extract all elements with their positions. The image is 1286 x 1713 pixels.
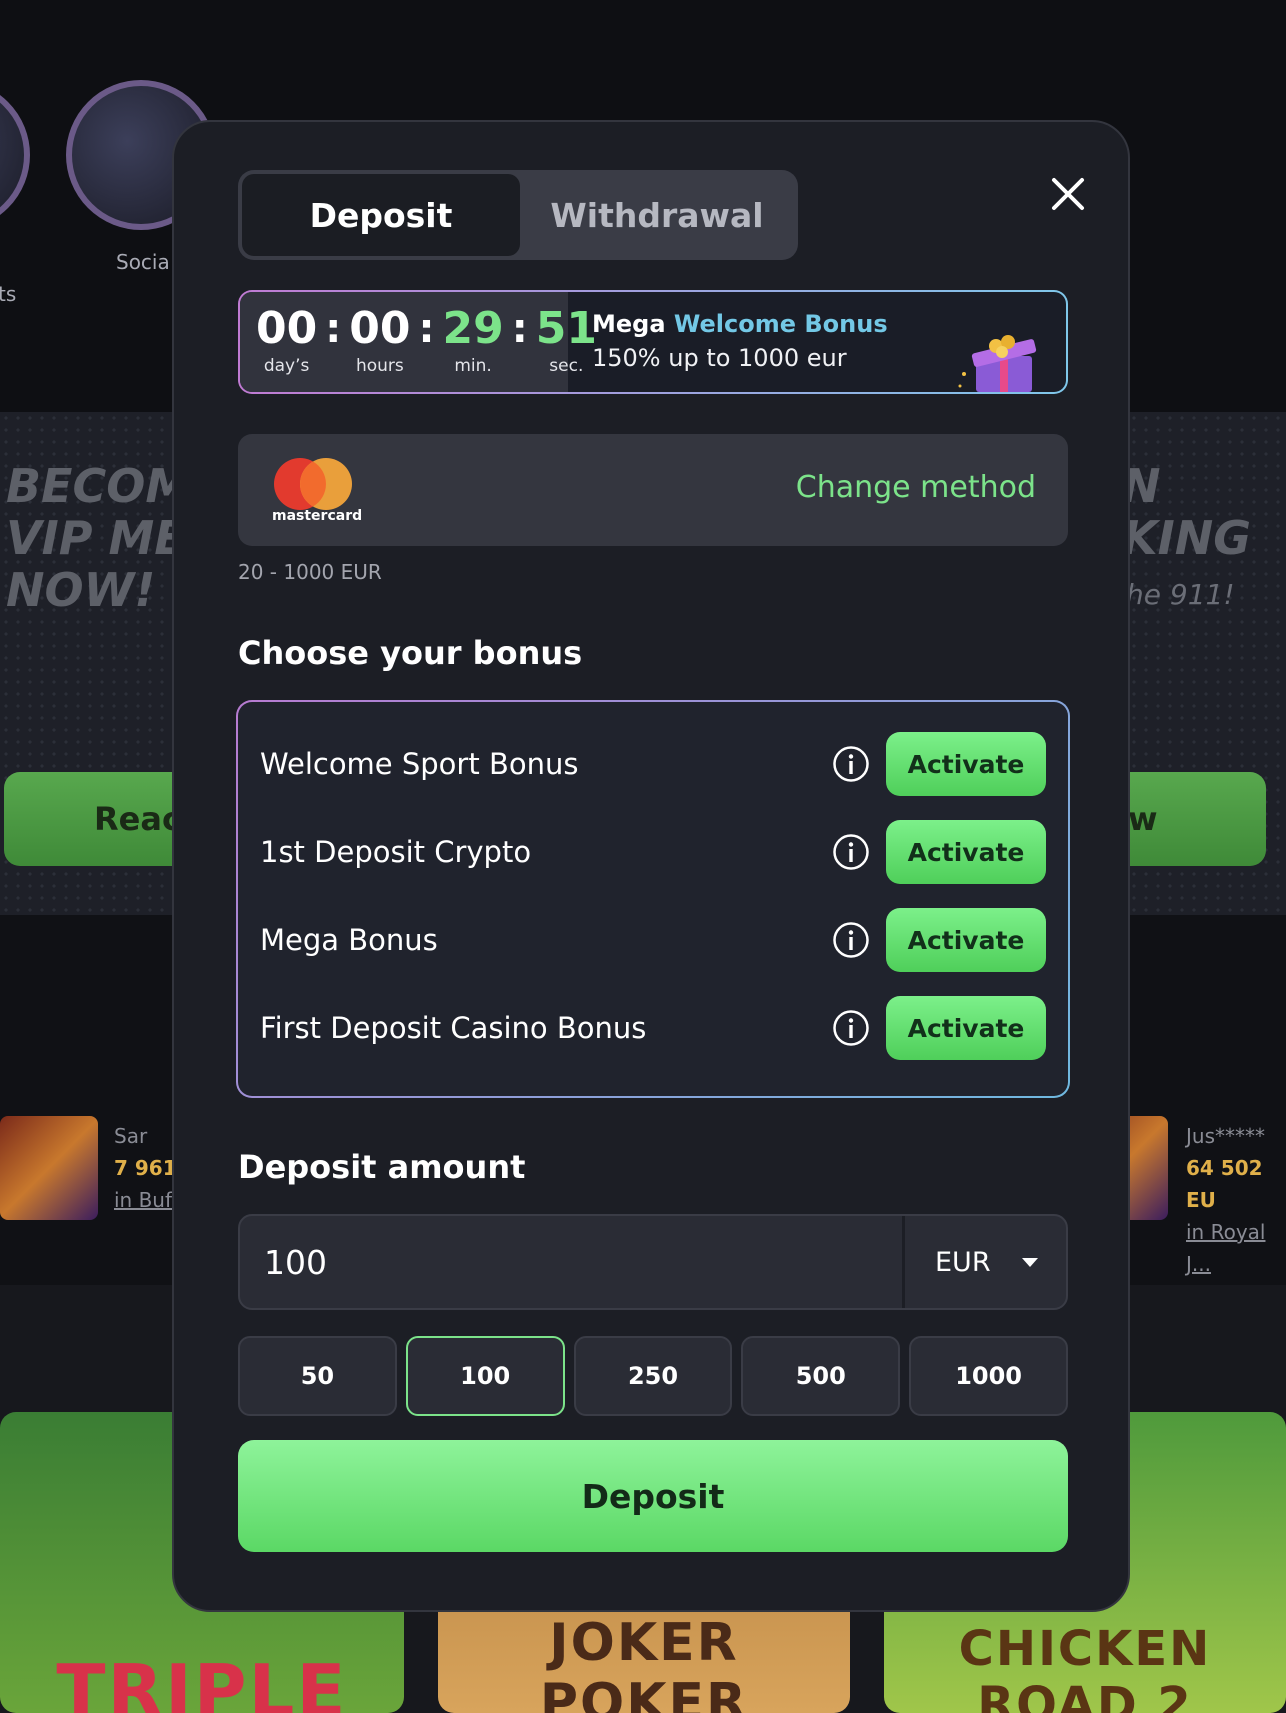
- winner-game-link[interactable]: in Royal J...: [1186, 1216, 1286, 1280]
- preset-amount-button[interactable]: 250: [573, 1336, 733, 1416]
- welcome-bonus-promo[interactable]: 00 day’s : 00 hours : 29 min. : 51 sec. …: [238, 290, 1068, 394]
- timer-minutes: 29 min.: [442, 303, 504, 377]
- promo-title: Mega Welcome Bonus: [592, 310, 888, 338]
- winner-game-thumbnail-left[interactable]: [0, 1116, 98, 1220]
- story-label-left: ts: [0, 282, 17, 306]
- deposit-limits: 20 - 1000 EUR: [238, 560, 382, 584]
- activate-bonus-button[interactable]: Activate: [886, 996, 1046, 1060]
- bonus-item: 1st Deposit Crypto Activate: [260, 820, 1046, 884]
- activate-bonus-button[interactable]: Activate: [886, 908, 1046, 972]
- timer-separator: :: [418, 306, 435, 352]
- tab-withdrawal[interactable]: Withdrawal: [520, 174, 794, 256]
- timer-separator: :: [325, 306, 342, 352]
- bonus-list: Welcome Sport Bonus Activate 1st Deposit…: [236, 700, 1070, 1098]
- timer-separator: :: [511, 306, 528, 352]
- bonus-name: First Deposit Casino Bonus: [260, 1011, 647, 1045]
- chevron-down-icon: [1022, 1257, 1038, 1267]
- bonus-name: Mega Bonus: [260, 923, 438, 957]
- gift-box-icon: [958, 335, 1037, 392]
- preset-amount-button[interactable]: 100: [405, 1336, 565, 1416]
- info-icon[interactable]: [832, 833, 870, 871]
- winner-name: Jus*****: [1186, 1124, 1265, 1148]
- amount-heading: Deposit amount: [238, 1148, 526, 1186]
- banner-heading-right: N KING: [1122, 459, 1252, 565]
- payment-tabs: Deposit Withdrawal: [238, 170, 798, 260]
- banner-subtitle-right: he 911!: [1126, 578, 1235, 611]
- amount-presets: 50 100 250 500 1000: [238, 1336, 1068, 1416]
- bonus-heading: Choose your bonus: [238, 634, 583, 672]
- currency-select[interactable]: EUR: [902, 1216, 1066, 1308]
- deposit-submit-button[interactable]: Deposit: [238, 1440, 1068, 1552]
- preset-amount-button[interactable]: 50: [238, 1336, 397, 1416]
- preset-amount-button[interactable]: 500: [741, 1336, 901, 1416]
- amount-input[interactable]: [240, 1216, 902, 1308]
- activate-bonus-button[interactable]: Activate: [886, 732, 1046, 796]
- close-icon: [1052, 178, 1084, 210]
- game-title: TRIPLE: [56, 1649, 348, 1713]
- bonus-item: Mega Bonus Activate: [260, 908, 1046, 972]
- activate-bonus-button[interactable]: Activate: [886, 820, 1046, 884]
- game-title: CHICKEN ROAD 2: [958, 1621, 1212, 1713]
- bonus-item: Welcome Sport Bonus Activate: [260, 732, 1046, 796]
- countdown-timer: 00 day’s : 00 hours : 29 min. : 51 sec.: [240, 292, 597, 392]
- currency-value: EUR: [935, 1246, 991, 1278]
- timer-days: 00 day’s: [256, 303, 318, 377]
- payments-modal: Deposit Withdrawal 00 day’s : 00 hours:…: [172, 120, 1130, 1612]
- info-icon[interactable]: [832, 745, 870, 783]
- info-icon[interactable]: [832, 921, 870, 959]
- bonus-name: Welcome Sport Bonus: [260, 747, 579, 781]
- timer-hours: 00 hours: [349, 303, 411, 377]
- bonus-name: 1st Deposit Crypto: [260, 835, 532, 869]
- promo-subtitle: 150% up to 1000 eur: [592, 344, 847, 372]
- game-title: JOKER POKER: [539, 1613, 749, 1713]
- preset-amount-button[interactable]: 1000: [909, 1336, 1068, 1416]
- payment-method-card[interactable]: mastercard Change method: [238, 434, 1068, 546]
- tab-deposit[interactable]: Deposit: [242, 174, 520, 256]
- bonus-item: First Deposit Casino Bonus Activate: [260, 996, 1046, 1060]
- winner-amount: 64 502 EU: [1186, 1156, 1263, 1212]
- info-icon[interactable]: [832, 1009, 870, 1047]
- winner-entry-right: Jus***** 64 502 EU in Royal J...: [1186, 1120, 1286, 1280]
- promo-text: Mega Welcome Bonus 150% up to 1000 eur: [568, 292, 888, 392]
- deposit-amount-field: EUR: [238, 1214, 1068, 1310]
- story-label-social: Socia: [116, 250, 170, 274]
- close-button[interactable]: [1046, 172, 1090, 216]
- change-method-link[interactable]: Change method: [796, 470, 1036, 505]
- payment-brand: mastercard: [272, 508, 363, 524]
- page: ts Socia BECOM VIP MEI NOW! N KING he 91…: [0, 0, 1286, 1713]
